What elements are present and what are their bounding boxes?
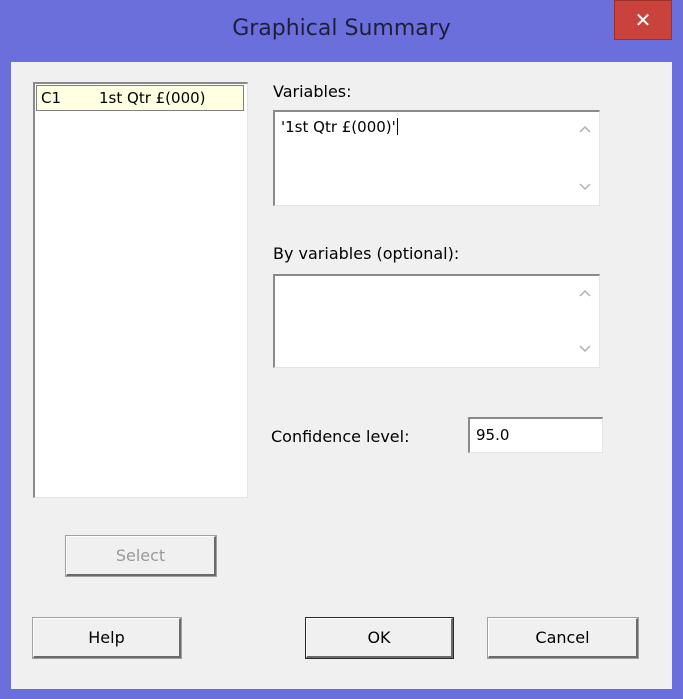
window-title: Graphical Summary — [232, 16, 451, 41]
by-variables-field[interactable] — [273, 274, 600, 368]
select-button[interactable]: Select — [65, 535, 217, 577]
column-name: 1st Qtr £(000) — [99, 89, 206, 107]
scroll-up-icon[interactable] — [577, 124, 593, 134]
confidence-level-input[interactable]: 95.0 — [468, 417, 603, 453]
close-icon: ✕ — [634, 8, 652, 32]
scroll-down-icon[interactable] — [577, 182, 593, 192]
variables-field[interactable]: '1st Qtr £(000)' — [273, 110, 600, 206]
confidence-level-label: Confidence level: — [271, 427, 410, 446]
scroll-up-icon[interactable] — [577, 288, 593, 298]
help-button[interactable]: Help — [32, 617, 182, 659]
scroll-down-icon[interactable] — [577, 344, 593, 354]
title-bar: Graphical Summary ✕ — [0, 0, 683, 62]
ok-button[interactable]: OK — [305, 617, 454, 659]
text-caret — [396, 118, 398, 135]
variables-label: Variables: — [273, 82, 352, 101]
variables-value: '1st Qtr £(000)' — [281, 118, 398, 136]
close-button[interactable]: ✕ — [614, 0, 672, 40]
cancel-button[interactable]: Cancel — [487, 617, 639, 659]
by-variables-label: By variables (optional): — [273, 244, 460, 263]
list-item[interactable]: C1 1st Qtr £(000) — [36, 85, 244, 111]
columns-listbox[interactable]: C1 1st Qtr £(000) — [33, 82, 248, 498]
dialog-body: C1 1st Qtr £(000) Variables: '1st Qtr £(… — [11, 62, 672, 689]
column-id: C1 — [41, 89, 62, 107]
